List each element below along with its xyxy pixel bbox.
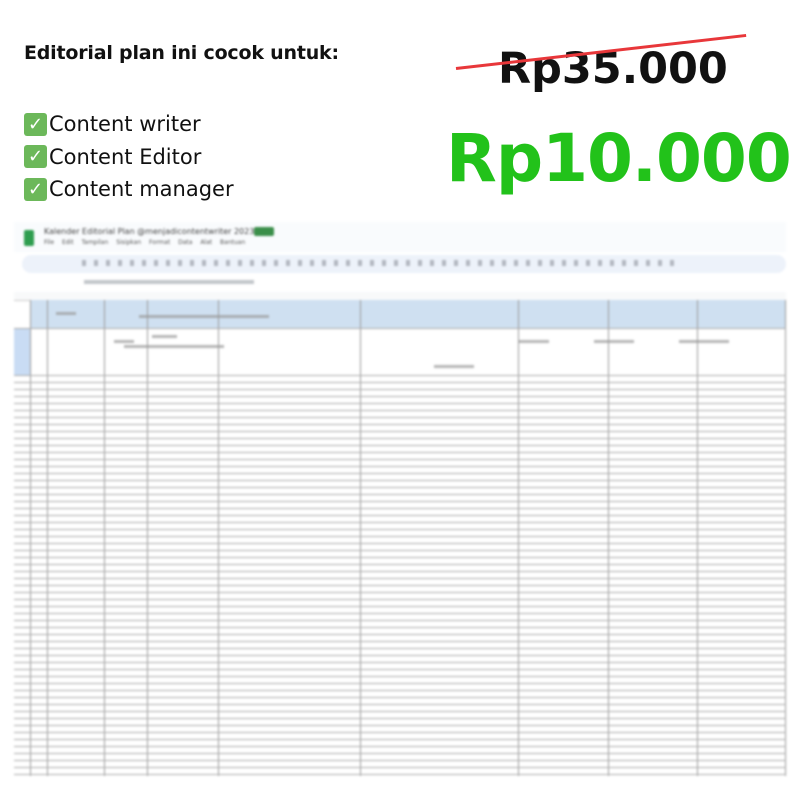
grid-row-line	[14, 746, 786, 747]
grid-row-line	[14, 718, 786, 719]
sheet-grid	[14, 300, 786, 776]
grid-row-line	[14, 494, 786, 495]
grid-row-line	[14, 452, 786, 453]
cell-text	[114, 340, 134, 343]
grid-row-line	[14, 627, 786, 628]
list-item: ✓ Content manager	[24, 173, 234, 206]
list-item: ✓ Content Editor	[24, 141, 234, 174]
grid-row-line	[14, 676, 786, 677]
grid-row-line	[14, 760, 786, 761]
list-item-label: Content manager	[49, 177, 234, 202]
grid-row-line	[14, 515, 786, 516]
grid-row-line	[14, 732, 786, 733]
list-item-label: Content Editor	[49, 144, 202, 169]
grid-row-line	[14, 711, 786, 712]
grid-row-line	[14, 389, 786, 390]
grid-row-line	[14, 375, 786, 376]
file-badge	[254, 227, 274, 236]
grid-row-line	[14, 564, 786, 565]
grid-row-line	[14, 557, 786, 558]
sheets-logo-icon	[24, 230, 34, 246]
promo-heading: Editorial plan ini cocok untuk:	[24, 42, 339, 64]
grid-row-line	[14, 459, 786, 460]
grid-row-line	[14, 529, 786, 530]
new-price: Rp10.000	[446, 120, 792, 197]
grid-row-line	[14, 669, 786, 670]
grid-row-line	[14, 480, 786, 481]
grid-row-line	[14, 648, 786, 649]
grid-row-line	[14, 585, 786, 586]
grid-row-line	[14, 753, 786, 754]
sheet-titlebar: Kalender Editorial Plan @menjadicontentw…	[14, 222, 786, 252]
grid-row-line	[14, 641, 786, 642]
grid-row-line	[14, 725, 786, 726]
selected-row-number	[14, 329, 30, 375]
cell-text	[434, 365, 474, 368]
check-icon: ✓	[24, 145, 47, 169]
grid-row-line	[14, 697, 786, 698]
cell-text	[679, 340, 729, 343]
grid-row-line	[14, 445, 786, 446]
grid-row-line	[14, 634, 786, 635]
grid-row-line	[14, 508, 786, 509]
grid-row-line	[14, 550, 786, 551]
toolbar	[22, 255, 786, 273]
cell-text	[151, 335, 177, 338]
grid-row-line	[14, 613, 786, 614]
grid-row-line	[14, 571, 786, 572]
grid-row-line	[14, 473, 786, 474]
grid-row-line	[14, 431, 786, 432]
grid-row-line	[14, 543, 786, 544]
grid-row-line	[14, 487, 786, 488]
toolbar-icons	[82, 260, 682, 266]
grid-row-line	[14, 592, 786, 593]
grid-row-line	[14, 501, 786, 502]
cell-text	[139, 315, 269, 318]
grid-row-line	[14, 704, 786, 705]
grid-row-line	[14, 767, 786, 768]
grid-row-line	[14, 620, 786, 621]
grid-row-line	[14, 396, 786, 397]
grid-row-line	[14, 606, 786, 607]
check-icon: ✓	[24, 177, 47, 201]
grid-row-line	[14, 739, 786, 740]
list-item: ✓ Content writer	[24, 108, 234, 141]
grid-row-line	[14, 683, 786, 684]
cell-text	[124, 345, 224, 348]
grid-row-line	[14, 536, 786, 537]
grid-row-line	[14, 328, 786, 329]
spreadsheet-preview: Kalender Editorial Plan @menjadicontentw…	[14, 222, 786, 776]
grid-row-line	[14, 690, 786, 691]
cell-text	[56, 312, 76, 315]
grid-row-line	[14, 417, 786, 418]
grid-row-line	[14, 522, 786, 523]
document-title: Kalender Editorial Plan @menjadicontentw…	[44, 227, 255, 236]
list-item-label: Content writer	[49, 112, 201, 137]
audience-list: ✓ Content writer ✓ Content Editor ✓ Content…	[24, 108, 234, 206]
grid-row-line	[14, 424, 786, 425]
grid-row-line	[14, 466, 786, 467]
grid-row-line	[14, 655, 786, 656]
menu-bar: File Edit Tampilan Sisipkan Format Data …	[44, 239, 246, 246]
cell-text	[594, 340, 634, 343]
formula-bar	[14, 278, 786, 290]
grid-row-line	[14, 438, 786, 439]
check-icon: ✓	[24, 112, 47, 136]
grid-row-line	[14, 382, 786, 383]
cell-text	[519, 340, 549, 343]
grid-row-line	[14, 403, 786, 404]
grid-row-line	[14, 410, 786, 411]
grid-row-line	[14, 578, 786, 579]
grid-row-line	[14, 774, 786, 775]
grid-row-line	[14, 599, 786, 600]
grid-row-line	[14, 662, 786, 663]
